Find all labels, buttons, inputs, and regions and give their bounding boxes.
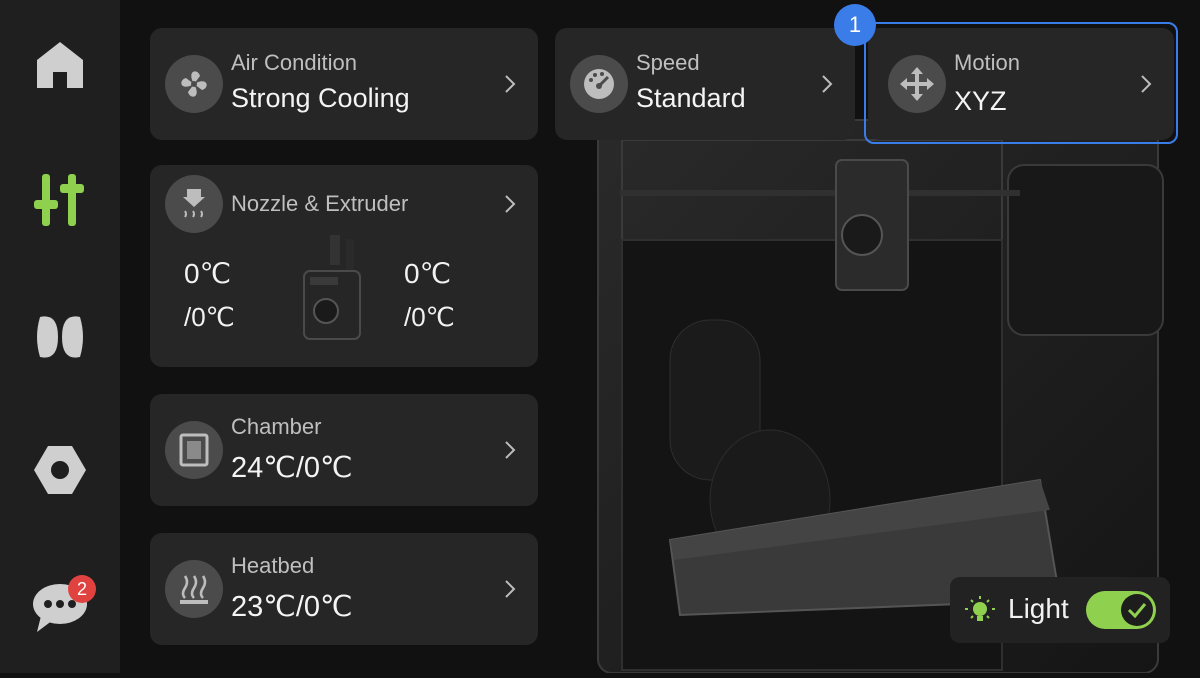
chevron-right-icon [822,75,833,93]
nozzle-heat-icon [165,175,223,233]
left-nozzle-target-temp: /0℃ [184,302,235,332]
air-condition-value: Strong Cooling [231,83,410,113]
sliders-icon [34,174,84,226]
air-condition-card[interactable]: Air Condition Strong Cooling [150,28,538,140]
air-condition-label: Air Condition [231,50,357,75]
chevron-right-icon [1141,75,1152,93]
sidebar: 2 [0,0,120,673]
light-label: Light [1008,593,1069,624]
notification-badge: 2 [68,575,96,603]
move-arrows-icon [888,55,946,113]
sidebar-item-filament[interactable] [0,282,120,392]
nozzle-extruder-label: Nozzle & Extruder [231,191,409,216]
chamber-value: 24℃/0℃ [231,452,353,484]
light-toggle[interactable] [1086,591,1156,629]
light-control: Light [950,577,1170,643]
sidebar-item-settings[interactable] [0,415,120,525]
chamber-heater-icon [165,421,223,479]
right-nozzle-current-temp: 0℃ [404,258,452,289]
lightbulb-icon [965,596,995,621]
chevron-right-icon [505,75,516,93]
right-nozzle-target-temp: /0℃ [404,302,455,332]
speed-value: Standard [636,83,746,113]
sidebar-item-controls[interactable] [0,145,120,255]
heatbed-card[interactable]: Heatbed 23℃/0℃ [150,533,538,645]
chamber-card[interactable]: Chamber 24℃/0℃ [150,394,538,506]
check-icon [1121,594,1153,626]
sidebar-item-home[interactable] [0,10,120,120]
speed-card[interactable]: Speed Standard [555,28,855,140]
motion-value: XYZ [954,86,1007,116]
motion-card[interactable]: Motion XYZ [868,28,1174,140]
chevron-right-icon [505,195,516,213]
heatbed-label: Heatbed [231,553,315,578]
hex-nut-icon [34,446,86,494]
heatbed-value: 23℃/0℃ [231,591,353,623]
filament-spool-icon [37,316,83,358]
speed-label: Speed [636,50,700,75]
extruder-illustration [303,235,361,340]
fan-icon [165,55,223,113]
left-nozzle-current-temp: 0℃ [184,258,232,289]
home-icon [37,42,83,88]
speedometer-icon [570,55,628,113]
step-number-badge: 1 [834,4,876,46]
chevron-right-icon [505,441,516,459]
motion-label: Motion [954,50,1021,75]
nozzle-extruder-card[interactable]: Nozzle & Extruder 0℃ /0℃ 0℃ /0℃ [150,165,538,367]
heatbed-icon [165,560,223,618]
chevron-right-icon [505,580,516,598]
sidebar-item-messages[interactable] [0,552,120,662]
chamber-label: Chamber [231,414,322,439]
